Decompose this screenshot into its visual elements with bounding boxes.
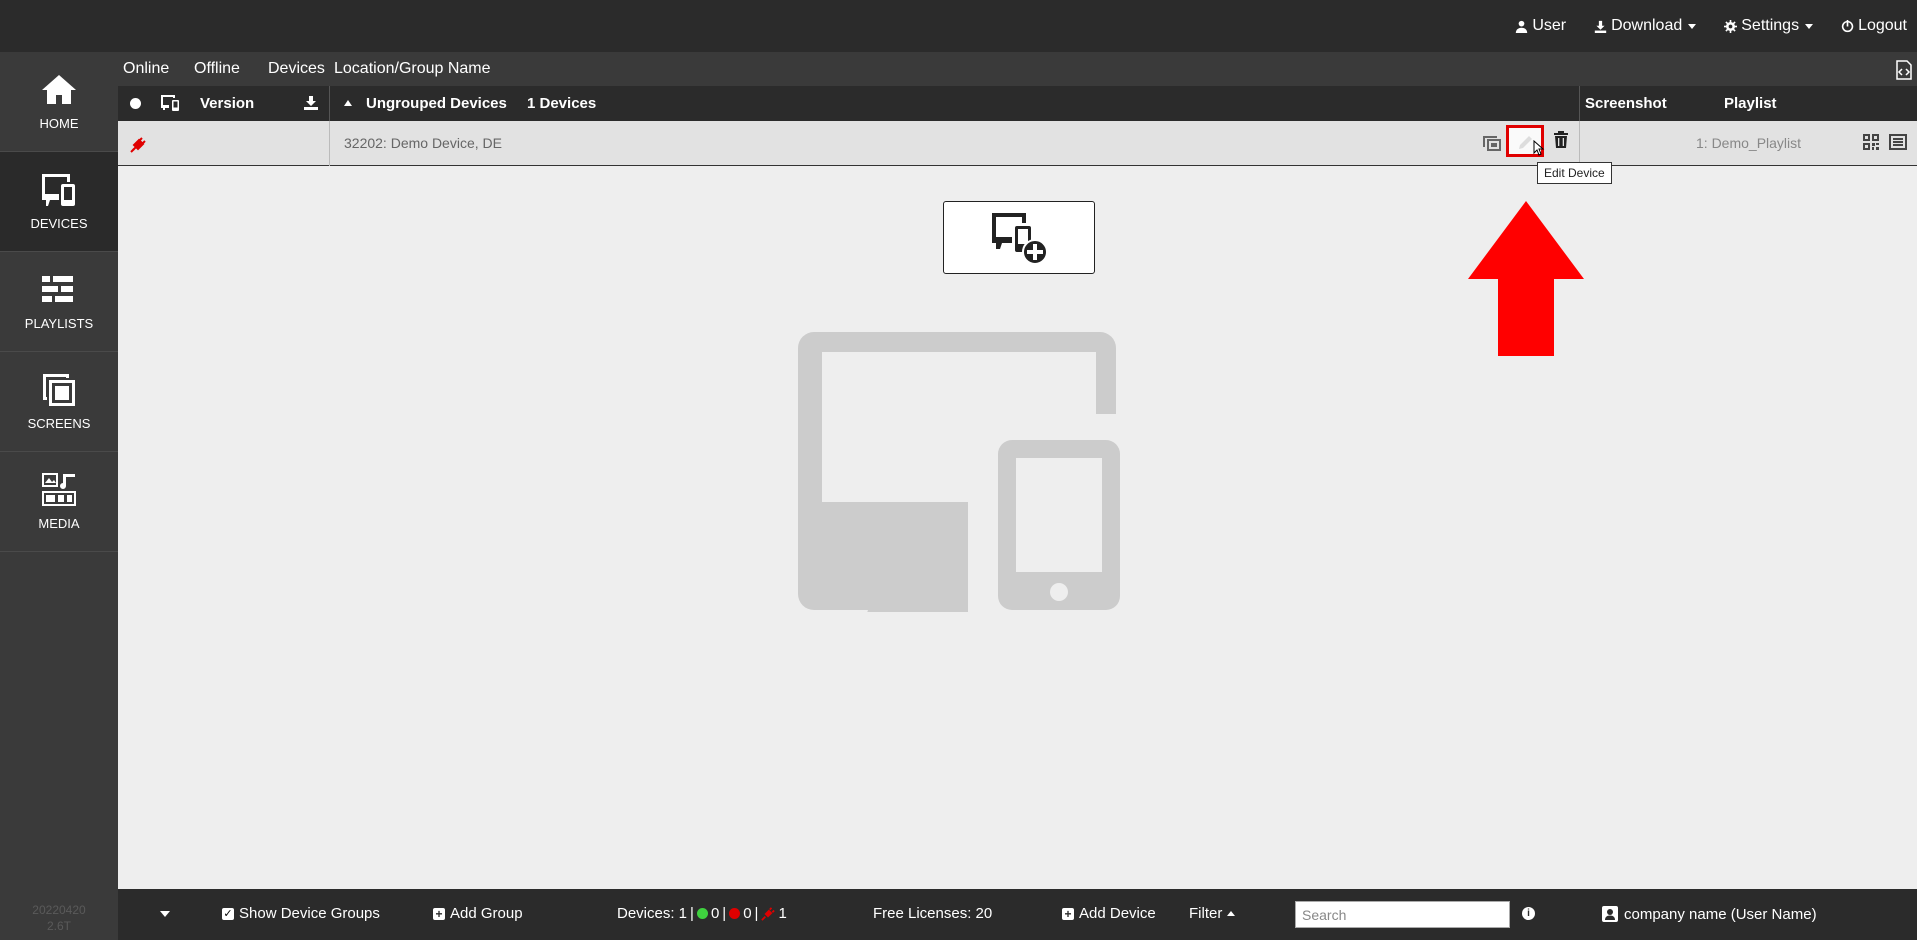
- playlists-icon: [42, 276, 73, 302]
- download-icon[interactable]: [304, 96, 318, 110]
- show-device-groups-toggle[interactable]: ✓ Show Device Groups: [222, 905, 380, 922]
- group-device-count: 1 Devices: [527, 95, 597, 112]
- playlist-column-header[interactable]: Playlist: [1724, 95, 1777, 112]
- add-device-button[interactable]: [943, 201, 1095, 274]
- checkbox-icon[interactable]: ✓: [222, 907, 234, 920]
- show-device-groups-label: Show Device Groups: [239, 905, 380, 922]
- offline-dot-icon: [729, 908, 741, 919]
- free-licenses: Free Licenses: 20: [873, 905, 992, 922]
- account-name: company name (User Name): [1624, 905, 1817, 923]
- tab-online[interactable]: Online: [123, 60, 169, 78]
- chevron-up-icon: [1227, 911, 1236, 916]
- devices-placeholder-icon: [798, 332, 1120, 612]
- media-icon: [42, 473, 76, 506]
- top-bar: User Download Settings Logout: [0, 0, 1917, 52]
- free-licenses-label: Free Licenses: 20: [873, 905, 993, 922]
- chevron-down-icon: [1805, 23, 1814, 29]
- account-menu[interactable]: company name (User Name): [1601, 905, 1817, 923]
- sidebar-item-label: SCREENS: [27, 416, 91, 431]
- device-playlist[interactable]: 1: Demo_Playlist: [1696, 135, 1801, 151]
- gear-icon: [1724, 19, 1738, 33]
- delete-icon[interactable]: [1553, 131, 1569, 149]
- add-device-label: Add Device: [1079, 905, 1156, 922]
- red-arrow-annotation: [1468, 201, 1584, 356]
- contact-card-icon: [1602, 906, 1618, 922]
- table-row[interactable]: 32202: Demo Device, DE 1: Demo_Playlist: [118, 121, 1917, 166]
- offline-count: 0: [743, 905, 752, 922]
- power-icon: [1841, 19, 1854, 32]
- collapse-group-icon[interactable]: [344, 100, 352, 106]
- settings-label: Settings: [1741, 17, 1800, 34]
- edit-device-button[interactable]: [1506, 125, 1545, 157]
- screenshot-column-header: Screenshot: [1585, 95, 1667, 112]
- plus-square-icon: +: [1062, 907, 1074, 920]
- edit-device-tooltip: Edit Device: [1537, 162, 1612, 184]
- download-label: Download: [1611, 17, 1683, 34]
- sidebar-item-media[interactable]: MEDIA: [0, 452, 118, 552]
- unplugged-icon: [761, 906, 776, 921]
- top-nav: User Download Settings Logout: [1515, 0, 1907, 52]
- add-group-button[interactable]: + Add Group: [433, 905, 523, 922]
- footer-bar: ✓ Show Device Groups + Add Group Devices…: [118, 889, 1917, 940]
- sidebar-item-screens[interactable]: SCREENS: [0, 352, 118, 452]
- search-input[interactable]: [1295, 901, 1510, 928]
- download-icon: [1594, 20, 1607, 33]
- screens-icon: [43, 374, 75, 406]
- details-list-icon[interactable]: [1888, 133, 1908, 151]
- user-icon: [1516, 20, 1528, 33]
- table-header: Version Ungrouped Devices 1 Devices Scre…: [118, 86, 1917, 121]
- add-group-label: Add Group: [450, 905, 523, 922]
- version-column-header[interactable]: Version: [200, 95, 254, 112]
- tab-devices[interactable]: Devices: [268, 60, 325, 78]
- add-device-footer-button[interactable]: + Add Device: [1062, 905, 1156, 922]
- tab-offline[interactable]: Offline: [194, 60, 240, 78]
- sidebar-item-label: MEDIA: [38, 516, 80, 531]
- sidebar: HOME DEVICES PLAYLISTS SCREENS MEDIA 202…: [0, 52, 118, 940]
- add-device-icon: [992, 212, 1048, 265]
- filter-button[interactable]: Filter: [1189, 905, 1236, 922]
- logout-button[interactable]: Logout: [1841, 17, 1907, 35]
- sidebar-item-label: DEVICES: [30, 216, 88, 231]
- cursor-icon: [1533, 140, 1545, 156]
- unplugged-count: 1: [778, 905, 787, 922]
- settings-menu[interactable]: Settings: [1724, 17, 1814, 35]
- sidebar-item-label: PLAYLISTS: [24, 316, 94, 331]
- version-date: 20220420: [32, 903, 86, 917]
- online-count: 0: [710, 905, 720, 922]
- qr-code-icon[interactable]: [1862, 133, 1880, 151]
- info-icon[interactable]: i: [1522, 907, 1535, 920]
- sidebar-item-devices[interactable]: DEVICES: [0, 152, 118, 252]
- device-status-summary: Devices: 1 | 0 | 0 | 1: [617, 905, 787, 922]
- online-dot-icon: [696, 908, 708, 919]
- sidebar-item-playlists[interactable]: PLAYLISTS: [0, 252, 118, 352]
- chevron-down-icon: [1688, 23, 1697, 29]
- sidebar-item-home[interactable]: HOME: [0, 52, 118, 152]
- devices-icon: [42, 174, 75, 206]
- user-label: User: [1532, 17, 1567, 34]
- version-number: 2.6T: [46, 919, 71, 933]
- unplugged-icon: [130, 137, 146, 153]
- group-name: Ungrouped Devices: [366, 95, 507, 112]
- status-column-icon: [130, 98, 141, 109]
- chevron-down-icon[interactable]: [160, 911, 170, 917]
- user-menu[interactable]: User: [1515, 17, 1566, 35]
- download-menu[interactable]: Download: [1594, 17, 1697, 35]
- logout-label: Logout: [1858, 17, 1907, 34]
- tab-location-group[interactable]: Location/Group Name: [334, 60, 491, 78]
- export-code-icon[interactable]: [1895, 60, 1913, 80]
- devices-total: Devices: 1: [617, 905, 688, 922]
- sidebar-item-label: HOME: [39, 116, 79, 131]
- plus-square-icon: +: [433, 907, 445, 920]
- filter-label: Filter: [1189, 905, 1223, 922]
- home-icon: [42, 75, 76, 104]
- device-name: 32202: Demo Device, DE: [344, 135, 502, 151]
- filter-tabs: Online Offline Devices Location/Group Na…: [118, 52, 1917, 86]
- screenshot-icon[interactable]: [1482, 133, 1502, 153]
- device-type-icon: [161, 95, 179, 111]
- app-version: 20220420 2.6T: [0, 902, 118, 934]
